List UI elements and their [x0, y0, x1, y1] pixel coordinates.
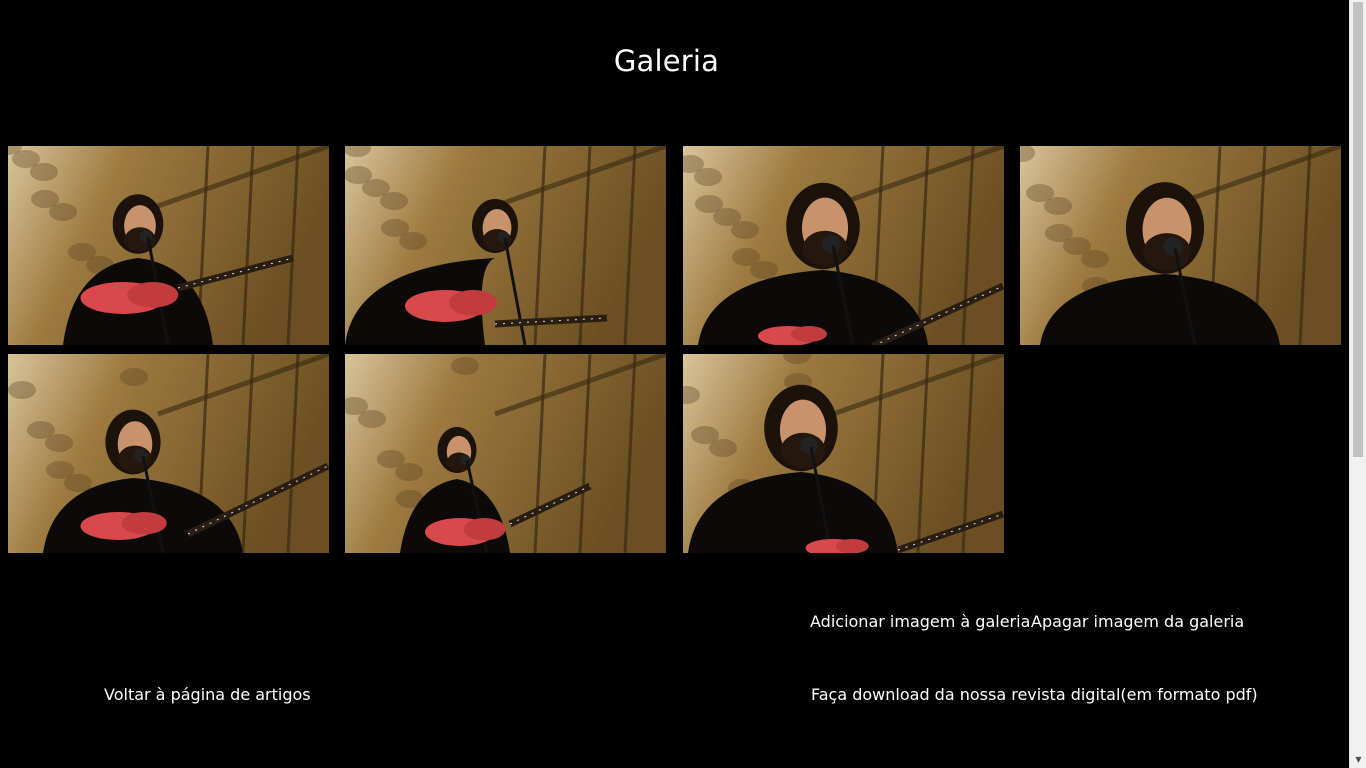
scroll-down-arrow-icon[interactable]: ▼	[1350, 751, 1366, 768]
gallery-photo[interactable]	[8, 146, 329, 345]
delete-image-link[interactable]: Apagar imagem da galeria	[1031, 612, 1244, 631]
gallery-photo[interactable]	[345, 354, 666, 553]
gallery-photo[interactable]	[345, 146, 666, 345]
photo-image	[345, 146, 666, 345]
photo-image	[1020, 146, 1341, 345]
photo-image	[8, 146, 329, 345]
download-magazine-link[interactable]: Faça download da nossa revista digital(e…	[811, 685, 1258, 704]
add-image-link[interactable]: Adicionar imagem à galeria	[810, 612, 1030, 631]
back-to-articles-link[interactable]: Voltar à página de artigos	[104, 685, 311, 704]
page: Galeria Adicionar imagem à galeria Apaga…	[0, 0, 1349, 768]
photo-image	[683, 354, 1004, 553]
photo-image	[8, 354, 329, 553]
vertical-scrollbar[interactable]: ▼	[1349, 0, 1366, 768]
photo-image	[683, 146, 1004, 345]
page-title: Galeria	[613, 44, 720, 78]
gallery-photo[interactable]	[8, 354, 329, 553]
gallery-photo[interactable]	[683, 354, 1004, 553]
scrollbar-thumb[interactable]	[1353, 2, 1363, 457]
gallery-photo[interactable]	[1020, 146, 1341, 345]
gallery-photo[interactable]	[683, 146, 1004, 345]
photo-image	[345, 354, 666, 553]
